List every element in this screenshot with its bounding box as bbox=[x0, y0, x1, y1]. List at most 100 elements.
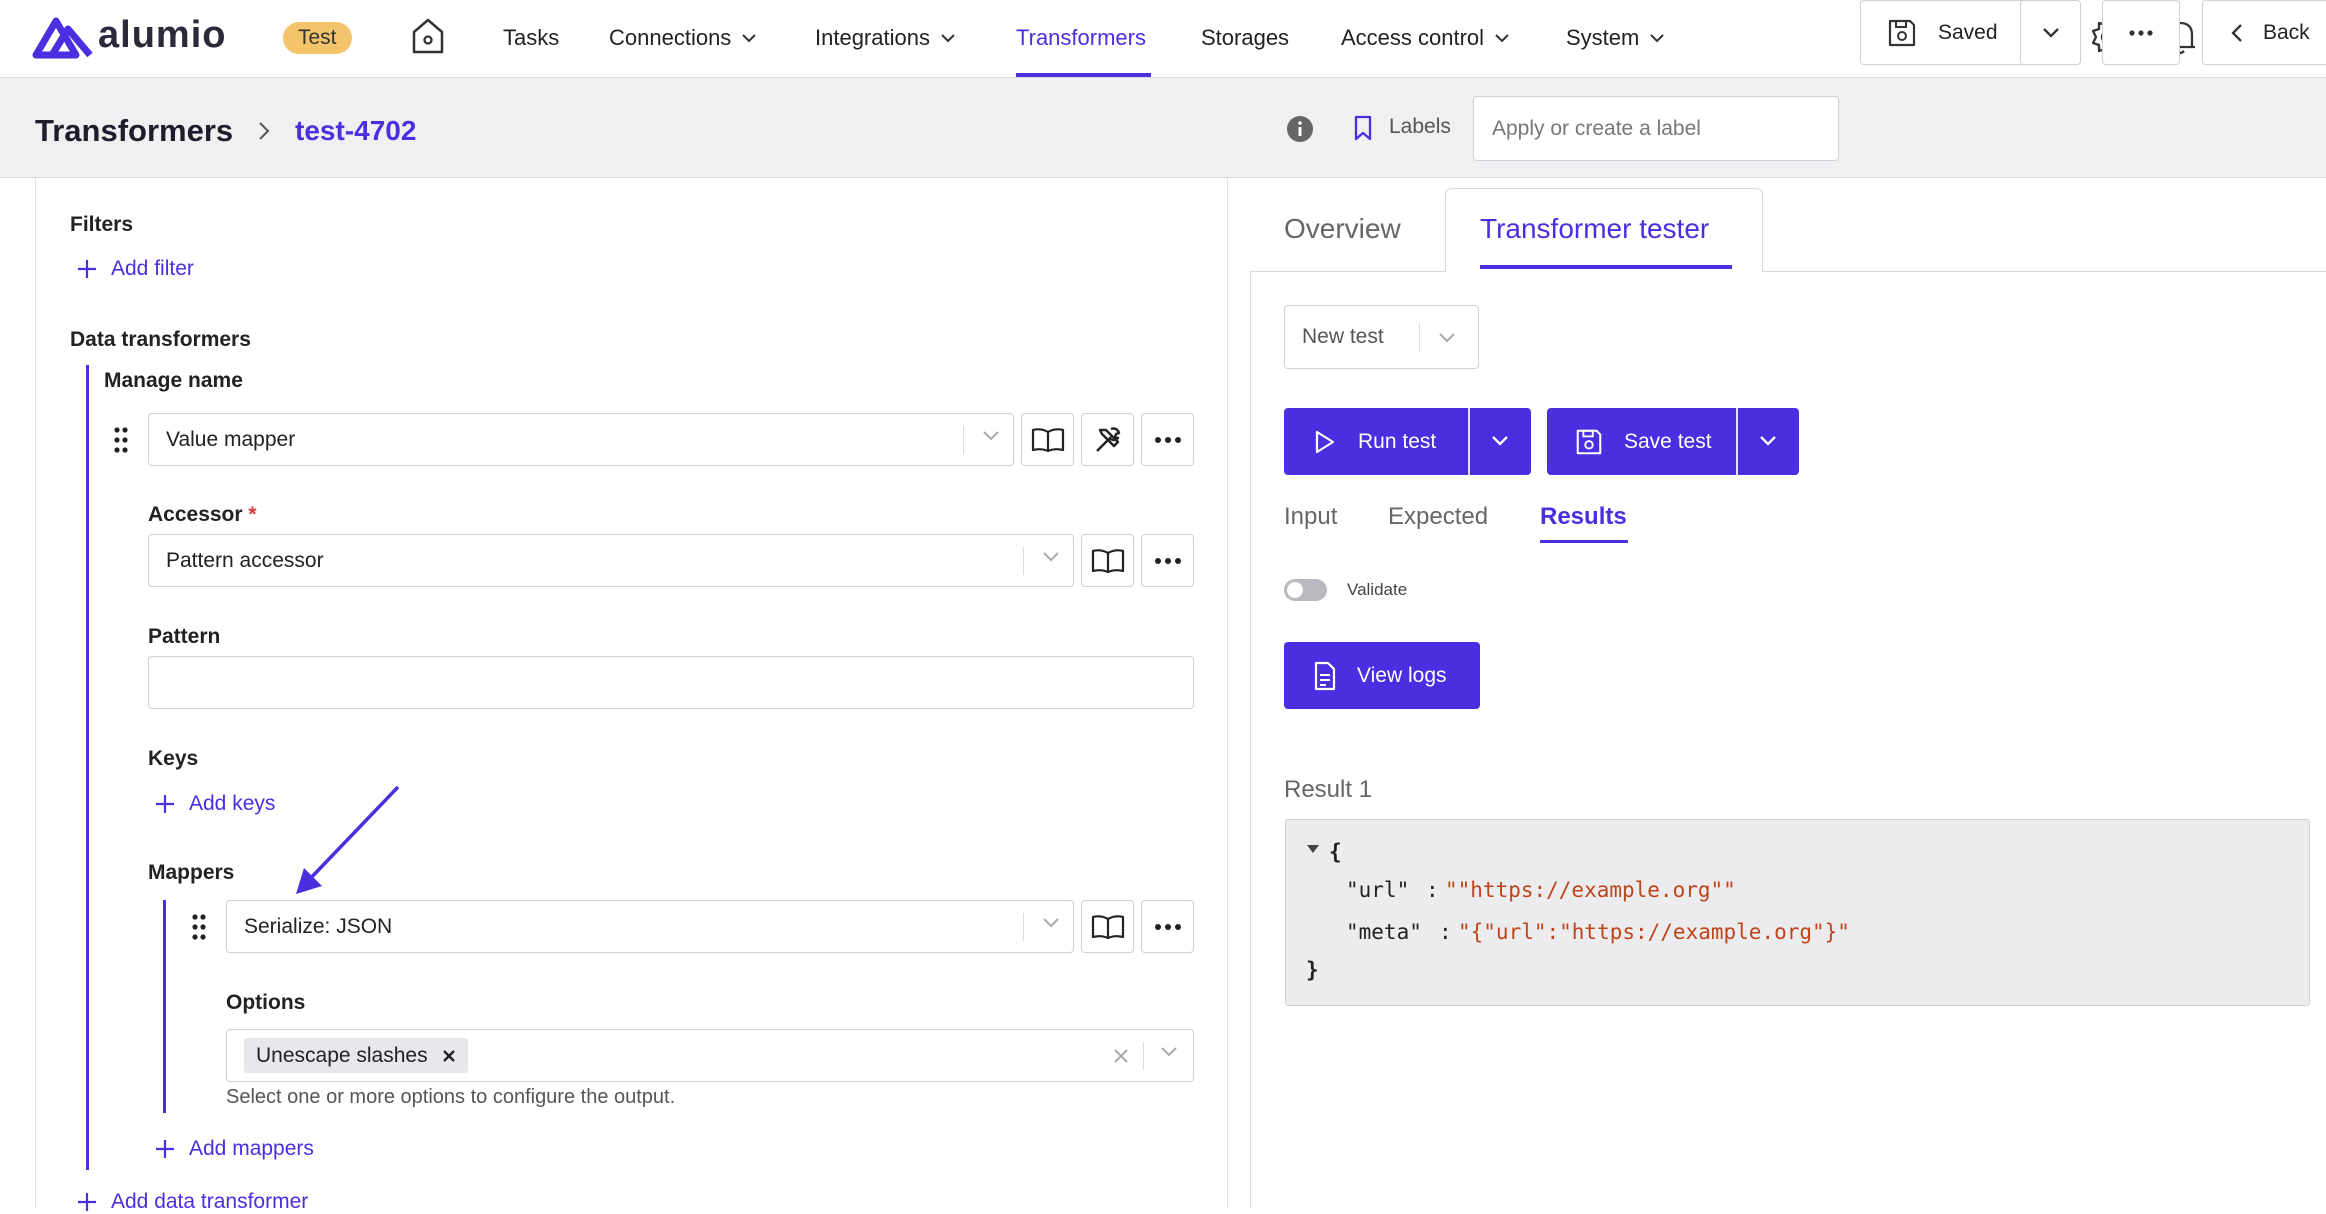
run-test-button[interactable]: Run test bbox=[1284, 408, 1531, 475]
transformer-group-line bbox=[86, 365, 89, 1170]
label-input[interactable]: Apply or create a label bbox=[1473, 96, 1839, 161]
filters-label: Filters bbox=[70, 213, 134, 236]
nav-access-control[interactable]: Access control bbox=[1341, 24, 1510, 52]
accessor-select[interactable]: Pattern accessor bbox=[148, 534, 1074, 587]
plus-icon bbox=[156, 795, 174, 813]
document-icon bbox=[1314, 661, 1336, 690]
more-icon bbox=[1154, 557, 1181, 564]
bookmark-icon[interactable] bbox=[1353, 115, 1373, 141]
options-label: Options bbox=[226, 991, 306, 1014]
info-icon[interactable] bbox=[1286, 115, 1314, 143]
more-icon bbox=[2129, 29, 2153, 36]
chevron-down-icon[interactable] bbox=[1491, 435, 1509, 447]
chevron-down-icon bbox=[1161, 1047, 1177, 1057]
json-meta-key: "meta" bbox=[1346, 920, 1422, 944]
json-meta-value: "{"url":"https://example.org"}" bbox=[1458, 920, 1850, 944]
accessor-more-button[interactable] bbox=[1141, 534, 1194, 587]
subtab-input[interactable]: Input bbox=[1284, 503, 1337, 531]
nav-system[interactable]: System bbox=[1566, 24, 1665, 52]
save-icon bbox=[1576, 429, 1602, 454]
chevron-down-icon bbox=[2042, 27, 2059, 38]
transformer-more-button[interactable] bbox=[1141, 413, 1194, 466]
chevron-left-icon bbox=[2231, 23, 2242, 42]
validate-toggle[interactable] bbox=[1284, 579, 1327, 601]
more-icon bbox=[1154, 436, 1181, 443]
add-keys-link[interactable]: Add keys bbox=[155, 792, 275, 816]
test-select[interactable]: New test bbox=[1284, 305, 1479, 369]
chevron-down-icon bbox=[1439, 333, 1455, 343]
drag-handle-icon[interactable] bbox=[192, 913, 206, 941]
nav-integrations[interactable]: Integrations bbox=[815, 24, 956, 52]
json-url-colon: : bbox=[1426, 878, 1439, 902]
json-close-brace: } bbox=[1306, 958, 1319, 982]
add-filter-link[interactable]: Add filter bbox=[77, 257, 194, 281]
mapper-select[interactable]: Serialize: JSON bbox=[226, 900, 1074, 953]
tab-overview[interactable]: Overview bbox=[1284, 213, 1401, 245]
options-helper-text: Select one or more options to configure … bbox=[226, 1086, 676, 1108]
logo-text[interactable]: alumio bbox=[98, 14, 226, 57]
breadcrumb-root[interactable]: Transformers bbox=[35, 113, 233, 149]
tab-active-indicator bbox=[1480, 265, 1732, 269]
remove-chip-icon[interactable] bbox=[442, 1049, 456, 1063]
accessor-docs-button[interactable] bbox=[1081, 534, 1134, 587]
saved-dropdown-button[interactable] bbox=[2020, 0, 2081, 65]
clear-icon[interactable] bbox=[1113, 1048, 1129, 1064]
option-chip: Unescape slashes bbox=[244, 1038, 468, 1073]
chevron-right-icon bbox=[258, 121, 270, 141]
subtab-results[interactable]: Results bbox=[1540, 503, 1627, 531]
save-test-button[interactable]: Save test bbox=[1547, 408, 1799, 475]
nav-transformers[interactable]: Transformers bbox=[1016, 24, 1146, 52]
mapper-more-button[interactable] bbox=[1141, 900, 1194, 953]
chevron-down-icon bbox=[1650, 34, 1665, 43]
labels-label: Labels bbox=[1389, 115, 1451, 138]
add-data-transformer-link[interactable]: Add data transformer bbox=[77, 1190, 308, 1214]
keys-label: Keys bbox=[148, 747, 199, 770]
transformer-docs-button[interactable] bbox=[1021, 413, 1074, 466]
mappers-label: Mappers bbox=[148, 861, 235, 884]
back-label: Back bbox=[2263, 20, 2310, 44]
json-url-value: ""https://example.org"" bbox=[1445, 878, 1736, 902]
chevron-down-icon bbox=[742, 34, 757, 43]
transformer-tools-button[interactable] bbox=[1081, 413, 1134, 466]
tab-transformer-tester[interactable]: Transformer tester bbox=[1480, 213, 1709, 245]
result-title: Result 1 bbox=[1284, 776, 1373, 803]
mapper-docs-button[interactable] bbox=[1081, 900, 1134, 953]
plus-icon bbox=[156, 1140, 174, 1158]
chevron-down-icon[interactable] bbox=[1759, 435, 1777, 447]
book-icon bbox=[1031, 427, 1064, 452]
json-meta-colon: : bbox=[1439, 920, 1452, 944]
more-actions-button[interactable] bbox=[2102, 0, 2180, 65]
subtab-expected[interactable]: Expected bbox=[1388, 503, 1488, 531]
saved-label: Saved bbox=[1938, 20, 1998, 44]
plus-icon bbox=[78, 260, 96, 278]
play-icon bbox=[1315, 430, 1335, 453]
home-icon[interactable] bbox=[410, 16, 446, 56]
more-icon bbox=[1154, 923, 1181, 930]
nav-tasks[interactable]: Tasks bbox=[503, 24, 559, 52]
manage-name-label: Manage name bbox=[104, 369, 243, 392]
json-open-brace: { bbox=[1329, 840, 1342, 864]
nav-connections[interactable]: Connections bbox=[609, 24, 757, 52]
accessor-label: Accessor * bbox=[148, 503, 257, 526]
back-button[interactable]: Back bbox=[2202, 0, 2326, 65]
chevron-down-icon bbox=[1495, 34, 1509, 43]
alumio-logo-icon[interactable] bbox=[32, 17, 94, 59]
data-transformers-label: Data transformers bbox=[70, 328, 251, 351]
mapper-group-line bbox=[163, 900, 166, 1113]
save-icon bbox=[1888, 19, 1916, 46]
required-marker: * bbox=[248, 503, 257, 526]
nav-active-indicator bbox=[1016, 73, 1151, 77]
drag-handle-icon[interactable] bbox=[114, 426, 128, 454]
nav-storages[interactable]: Storages bbox=[1201, 24, 1289, 52]
chevron-down-icon bbox=[1043, 552, 1059, 562]
collapse-triangle-icon[interactable] bbox=[1306, 844, 1320, 854]
add-mappers-link[interactable]: Add mappers bbox=[155, 1137, 314, 1161]
json-url-key: "url" bbox=[1346, 878, 1410, 902]
book-icon bbox=[1091, 914, 1124, 939]
validate-label: Validate bbox=[1347, 580, 1408, 599]
pattern-input[interactable] bbox=[148, 656, 1194, 709]
environment-badge: Test bbox=[283, 22, 352, 54]
plus-icon bbox=[78, 1193, 96, 1211]
transformer-type-select[interactable]: Value mapper bbox=[148, 413, 1014, 466]
view-logs-button[interactable]: View logs bbox=[1284, 642, 1480, 709]
